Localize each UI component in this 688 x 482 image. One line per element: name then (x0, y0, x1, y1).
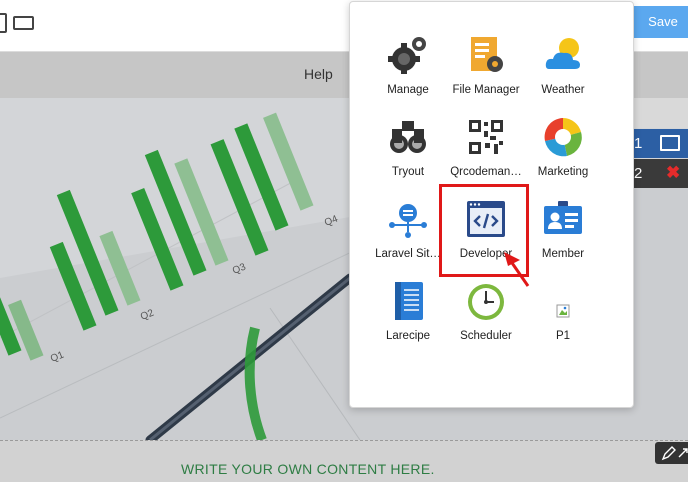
app-tile-larecipe[interactable]: Larecipe (368, 281, 448, 361)
app-label: P1 (555, 330, 571, 342)
app-tile-manage[interactable]: Manage (368, 35, 448, 115)
pointer-arrow-icon (504, 252, 530, 287)
content-placeholder-text[interactable]: WRITE YOUR OWN CONTENT HERE. (181, 461, 435, 477)
notebook-icon (395, 282, 423, 320)
app-label: Larecipe (385, 330, 431, 342)
desktop-view-icon[interactable] (13, 16, 34, 30)
marketing-icon (544, 118, 582, 157)
row-number: 1 (634, 135, 643, 152)
image-icon[interactable] (660, 135, 680, 151)
qrcode-icon (468, 119, 504, 155)
app-label: Member (541, 248, 585, 260)
app-label: File Manager (452, 84, 520, 96)
member-card-icon (544, 201, 582, 234)
app-tile-weather[interactable]: Weather (523, 35, 603, 115)
row-number: 2 (634, 165, 643, 182)
app-label: Weather (541, 84, 585, 96)
broken-image-icon (556, 304, 570, 318)
file-manager-icon (471, 37, 503, 72)
app-tile-tryout[interactable]: Tryout (368, 117, 448, 197)
edit-pill[interactable] (655, 442, 688, 464)
weather-icon (545, 38, 580, 69)
mobile-view-icon[interactable] (0, 13, 7, 33)
pencil-icon (661, 446, 688, 461)
app-label: Manage (387, 84, 429, 96)
app-tile-laravel-sitemap[interactable]: Laravel Sit… (368, 199, 448, 279)
content-section: WRITE YOUR OWN CONTENT HERE. (0, 440, 688, 482)
app-tile-scheduler[interactable]: Scheduler (446, 281, 526, 361)
save-button[interactable]: Save (634, 6, 688, 38)
app-label: Laravel Sit… (375, 248, 441, 260)
nav-link-help[interactable]: Help (304, 66, 333, 82)
app-tile-marketing[interactable]: Marketing (523, 117, 603, 197)
app-label: Scheduler (460, 330, 512, 342)
app-tile-p1[interactable]: P1 (523, 281, 603, 361)
app-label: Qrcodeman… (450, 166, 522, 178)
binoculars-icon (390, 121, 426, 153)
delete-icon[interactable]: ✖ (666, 163, 680, 183)
gears-icon (388, 37, 426, 74)
sitemap-icon (389, 204, 427, 238)
app-label: Tryout (391, 166, 425, 178)
app-tile-file-manager[interactable]: File Manager (446, 35, 526, 115)
app-tile-member[interactable]: Member (523, 199, 603, 279)
app-label: Marketing (537, 166, 589, 178)
